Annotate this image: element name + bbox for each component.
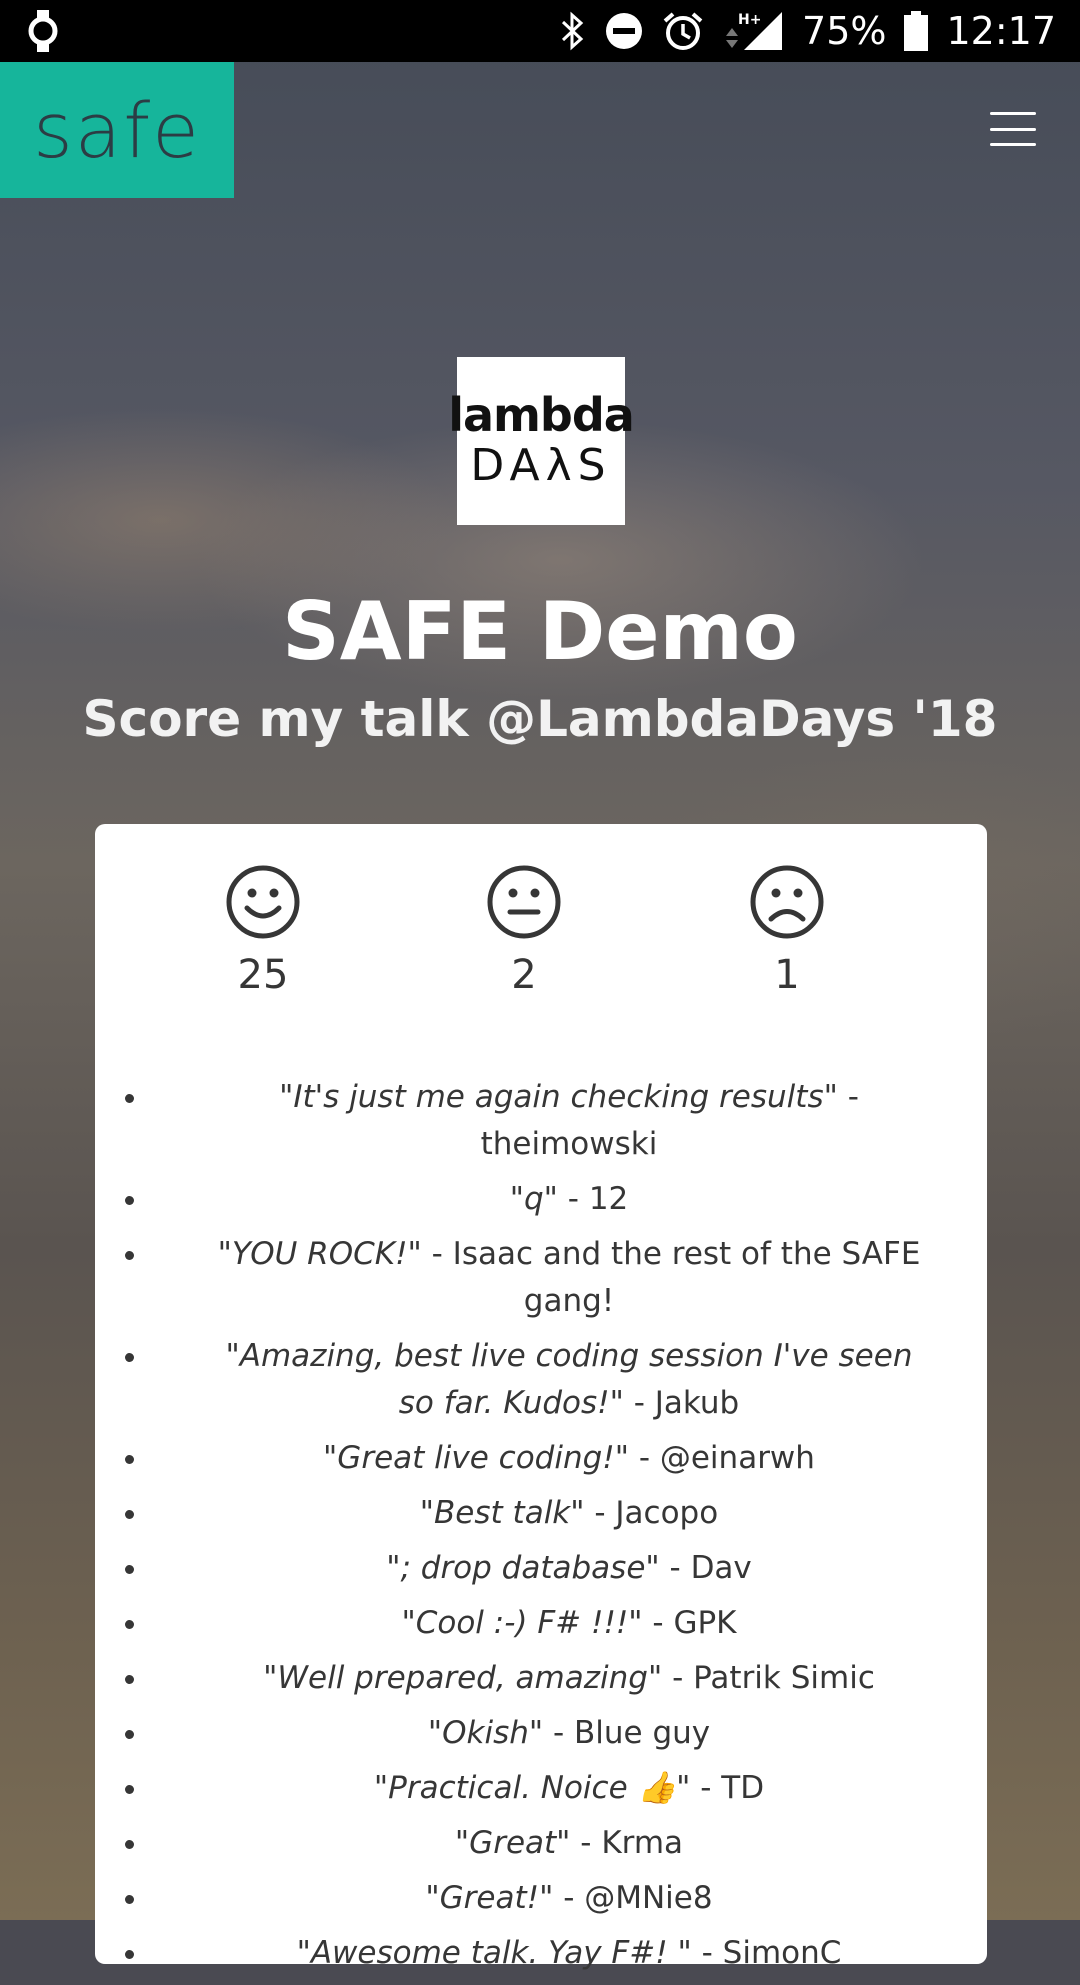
score-neutral[interactable]: 2 (454, 864, 594, 998)
comment-author: - SimonC (691, 1935, 842, 1971)
comment-list: "It's just me again checking results" - … (95, 1074, 987, 1985)
list-item[interactable]: "Okish" - Blue guy (125, 1710, 927, 1757)
comment-author: - GPK (642, 1605, 737, 1641)
list-item[interactable]: "Best talk" - Jacopo (125, 1490, 927, 1537)
comment-quote: "Okish" (427, 1715, 544, 1751)
frown-icon (750, 865, 824, 939)
list-item[interactable]: "Practical. Noice 👍" - TD (125, 1765, 927, 1812)
list-item[interactable]: "q" - 12 (125, 1176, 927, 1223)
results-card: 25 2 1 "It's just me again checking resu… (95, 824, 987, 1971)
score-summary: 25 2 1 (95, 864, 987, 1004)
signal-icon: H+ (722, 10, 784, 52)
list-item[interactable]: "YOU ROCK!" - Isaac and the rest of the … (125, 1231, 927, 1325)
comment-author: - TD (690, 1770, 765, 1806)
list-item[interactable]: "Awesome talk. Yay F#! " - SimonC (125, 1930, 927, 1977)
clock-time: 12:17 (946, 9, 1056, 53)
comment-author: - Jacopo (584, 1495, 719, 1531)
comment-quote: "YOU ROCK!" (217, 1236, 422, 1272)
list-item[interactable]: "Amazing, best live coding session I've … (125, 1333, 927, 1427)
list-item[interactable]: "Great" - Krma (125, 1820, 927, 1867)
do-not-disturb-icon (604, 11, 644, 51)
score-sad[interactable]: 1 (717, 864, 857, 998)
comment-quote: "Well prepared, amazing" (263, 1660, 663, 1696)
comment-quote: "Great live coding!" (323, 1440, 629, 1476)
comment-quote: "Amazing, best live coding session I've … (225, 1338, 913, 1421)
status-bar: H+ 75% 12:17 (0, 0, 1080, 62)
list-item[interactable]: "; drop database" - Dav (125, 1545, 927, 1592)
event-logo-line1: lambda (448, 387, 635, 442)
event-logo-line2: DAλS (470, 439, 612, 491)
score-happy[interactable]: 25 (193, 864, 333, 998)
comment-author: - Patrik Simic (662, 1660, 875, 1696)
hamburger-line (990, 127, 1036, 131)
menu-button[interactable] (990, 112, 1036, 146)
hamburger-line (990, 143, 1036, 146)
happy-count: 25 (237, 952, 289, 998)
battery-icon (904, 11, 929, 51)
bluetooth-icon (560, 11, 586, 51)
lambda-days-logo: lambda DAλS (448, 357, 635, 525)
comment-quote: "Practical. Noice 👍" (373, 1770, 691, 1806)
comment-quote: "Best talk" (419, 1495, 585, 1531)
comment-quote: "It's just me again checking results" (279, 1079, 838, 1115)
sad-count: 1 (774, 952, 800, 998)
safe-logo[interactable]: safe (0, 62, 234, 198)
comment-quote: "Great!" (425, 1880, 554, 1916)
comment-author: - @MNie8 (553, 1880, 713, 1916)
comment-quote: "; drop database" (386, 1550, 660, 1586)
comment-author: - Isaac and the rest of the SAFE gang! (421, 1236, 921, 1319)
neutral-face-icon (487, 865, 561, 939)
list-item[interactable]: "Great!" - @MNie8 (125, 1875, 927, 1922)
neutral-count: 2 (511, 952, 537, 998)
page-title: SAFE Demo (282, 585, 798, 678)
smile-icon (226, 865, 300, 939)
comment-quote: "Great" (454, 1825, 571, 1861)
comment-quote: "Awesome talk. Yay F#! " (296, 1935, 692, 1971)
comment-author: - Dav (659, 1550, 752, 1586)
comment-author: - Jakub (623, 1385, 740, 1421)
list-item[interactable]: "Well prepared, amazing" - Patrik Simic (125, 1655, 927, 1702)
logo-text: safe (33, 85, 201, 175)
comment-quote: "q" (509, 1181, 558, 1217)
alarm-icon (662, 10, 704, 52)
comment-quote: "Cool :-) F# !!!" (401, 1605, 643, 1641)
watch-icon (28, 9, 58, 53)
comment-author: - Blue guy (543, 1715, 711, 1751)
network-type-label: H+ (738, 12, 761, 28)
comment-author: - @einarwh (628, 1440, 815, 1476)
comment-author: - 12 (557, 1181, 629, 1217)
hamburger-line (990, 112, 1036, 115)
battery-percent: 75% (802, 9, 887, 53)
comment-author: - Krma (570, 1825, 684, 1861)
page-subtitle: Score my talk @LambdaDays '18 (82, 690, 998, 748)
list-item[interactable]: "It's just me again checking results" - … (125, 1074, 927, 1168)
list-item[interactable]: "Cool :-) F# !!!" - GPK (125, 1600, 927, 1647)
list-item[interactable]: "Great live coding!" - @einarwh (125, 1435, 927, 1482)
